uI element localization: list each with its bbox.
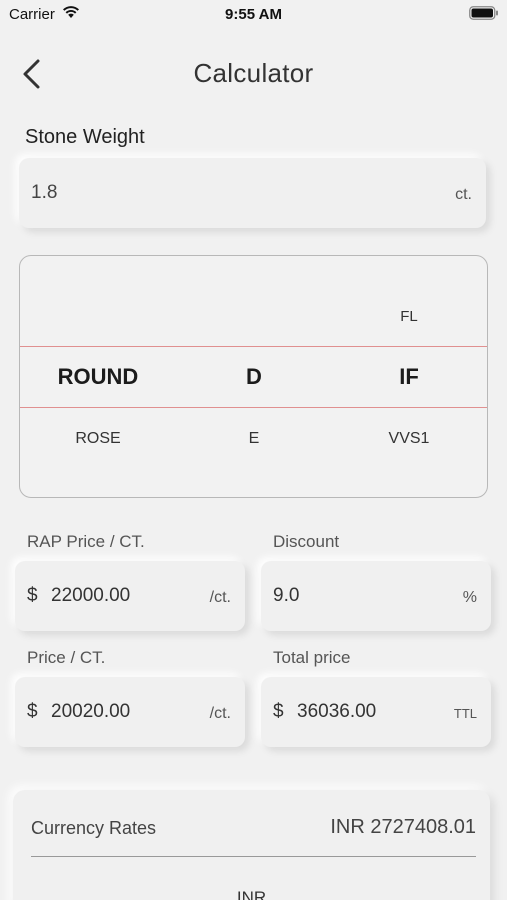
shape-option-selected[interactable]: ROUND (20, 364, 176, 390)
rap-price-value: 22000.00 (51, 585, 131, 606)
shape-option-below[interactable]: ROSE (20, 430, 176, 448)
total-price-label: Total price (273, 648, 351, 667)
clarity-option-below[interactable]: VVS1 (331, 430, 487, 448)
total-price-unit: TTL (453, 706, 477, 721)
rap-price-currency: $ (27, 585, 38, 606)
stone-weight-label: Stone Weight (25, 126, 145, 148)
clarity-option-selected[interactable]: IF (331, 364, 487, 390)
price-per-ct-label: Price / CT. (27, 648, 106, 667)
currency-rates-value: INR 2727408.01 (330, 816, 476, 838)
total-price-field: $ 36036.00 TTL (261, 677, 491, 747)
status-bar: Carrier 9:55 AM (0, 0, 507, 30)
price-per-ct-unit: /ct. (209, 704, 231, 722)
price-per-ct-currency: $ (27, 701, 38, 722)
currency-rates-card: Currency Rates INR 2727408.01 INR (13, 790, 490, 900)
rap-price-field[interactable]: $ 22000.00 /ct. (15, 561, 245, 631)
stone-weight-value: 1.8 (31, 182, 58, 203)
discount-label: Discount (273, 532, 340, 551)
color-option-selected[interactable]: D (176, 364, 332, 390)
discount-value: 9.0 (273, 585, 300, 606)
discount-field[interactable]: 9.0 % (261, 561, 491, 631)
price-per-ct-field: $ 20020.00 /ct. (15, 677, 245, 747)
status-time: 9:55 AM (225, 6, 282, 23)
stone-weight-field[interactable]: 1.8 ct. (19, 158, 486, 228)
currency-option[interactable]: INR (13, 888, 490, 900)
picker-selection-bottom-line (20, 407, 487, 408)
stone-weight-unit: ct. (455, 185, 472, 203)
color-option-below[interactable]: E (176, 430, 332, 448)
stone-attribute-picker[interactable]: ROUND ROSE D E FL IF VVS1 (19, 255, 488, 498)
currency-rates-divider (31, 856, 476, 857)
page-title: Calculator (193, 58, 314, 88)
discount-unit: % (462, 588, 477, 606)
total-price-value: 36036.00 (297, 701, 377, 722)
rap-price-unit: /ct. (209, 588, 231, 606)
rap-price-label: RAP Price / CT. (27, 532, 145, 551)
picker-selection-top-line (20, 346, 487, 347)
clarity-option-above[interactable]: FL (331, 308, 487, 325)
price-per-ct-value: 20020.00 (51, 701, 131, 722)
total-price-currency: $ (273, 701, 284, 722)
currency-rates-label: Currency Rates (31, 818, 157, 838)
battery-icon (469, 6, 499, 25)
